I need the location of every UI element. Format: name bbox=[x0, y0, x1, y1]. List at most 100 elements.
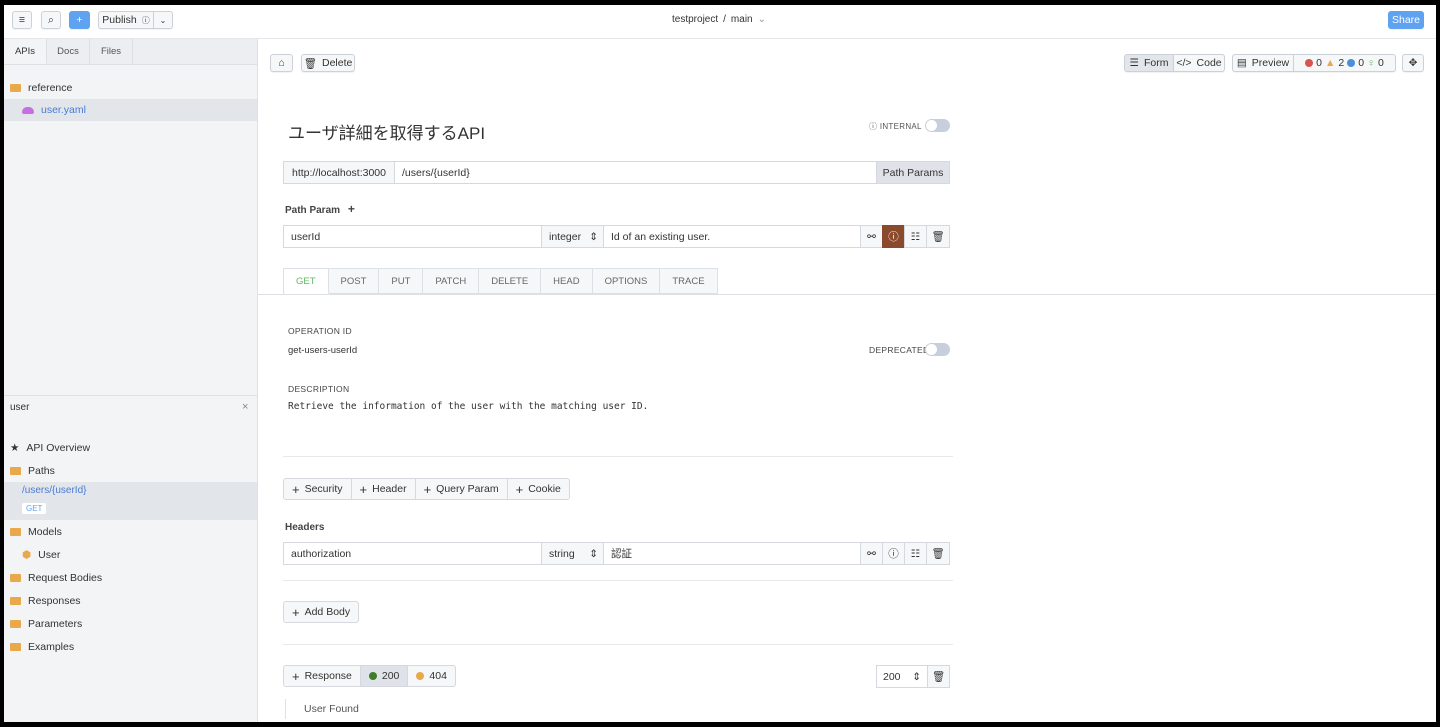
method-tab-trace[interactable]: TRACE bbox=[660, 268, 718, 294]
param-type-select[interactable]: integer ⇕ bbox=[541, 225, 604, 248]
add-body-button[interactable]: + Add Body bbox=[283, 601, 360, 623]
path-params-button[interactable]: Path Params bbox=[876, 161, 950, 184]
method-tab-get[interactable]: GET bbox=[284, 268, 329, 294]
add-security-button[interactable]: + Security bbox=[283, 478, 352, 500]
folder-reference[interactable]: reference bbox=[4, 77, 257, 99]
plus-icon: + bbox=[292, 668, 300, 684]
enum-button[interactable]: ☷ bbox=[904, 542, 927, 565]
file-user-yaml[interactable]: user.yaml bbox=[4, 99, 257, 121]
link-button[interactable]: ⚯ bbox=[860, 542, 883, 565]
method-tab-delete[interactable]: DELETE bbox=[479, 268, 542, 294]
tree-parameters[interactable]: Parameters bbox=[4, 613, 257, 635]
required-button[interactable]: ⓘ bbox=[882, 225, 905, 248]
button-label: Response bbox=[304, 670, 352, 682]
add-header-button[interactable]: + Header bbox=[351, 478, 416, 500]
tree-label: Request Bodies bbox=[28, 572, 103, 584]
method-tab-head[interactable]: HEAD bbox=[541, 268, 593, 294]
menu-button[interactable]: ≡ bbox=[12, 11, 32, 29]
info-count: 0 bbox=[1358, 57, 1365, 69]
header-type-select[interactable]: string ⇕ bbox=[541, 542, 604, 565]
tab-docs[interactable]: Docs bbox=[47, 39, 90, 64]
code-view-button[interactable]: </> Code bbox=[1173, 54, 1225, 72]
enum-button[interactable]: ☷ bbox=[904, 225, 927, 248]
add-query-param-button[interactable]: + Query Param bbox=[415, 478, 508, 500]
response-code: 404 bbox=[429, 670, 447, 682]
tree-responses[interactable]: Responses bbox=[4, 590, 257, 612]
form-view-button[interactable]: ☰ Form bbox=[1124, 54, 1174, 72]
move-button[interactable]: ✥ bbox=[1402, 54, 1424, 72]
delete-button[interactable]: 🗑 Delete bbox=[301, 54, 355, 72]
add-cookie-button[interactable]: + Cookie bbox=[507, 478, 570, 500]
divider bbox=[283, 580, 953, 581]
operation-id-input[interactable]: get-users-userId bbox=[288, 345, 357, 356]
tag-icon: ⌂ bbox=[278, 57, 285, 69]
filter-input[interactable]: user bbox=[10, 402, 29, 413]
param-name-input[interactable]: userId bbox=[283, 225, 542, 248]
header-name-input[interactable]: authorization bbox=[283, 542, 542, 565]
preview-button[interactable]: ▤ Preview bbox=[1232, 54, 1294, 72]
response-tab-200[interactable]: 200 bbox=[360, 665, 409, 687]
method-badge[interactable]: GET bbox=[22, 503, 47, 514]
description-input[interactable]: Retrieve the information of the user wit… bbox=[288, 401, 648, 412]
response-description[interactable]: User Found bbox=[304, 703, 359, 716]
status-code-select[interactable]: 200 ⇕ bbox=[876, 665, 928, 688]
add-response-button[interactable]: + Response bbox=[283, 665, 361, 687]
header-description-input[interactable]: 認証 bbox=[603, 542, 861, 565]
publish-button[interactable]: Publish ⓘ bbox=[98, 11, 154, 29]
project-breadcrumb[interactable]: testproject / main ⌄ bbox=[672, 14, 766, 25]
delete-header-button[interactable]: 🗑 bbox=[926, 542, 950, 565]
delete-param-button[interactable]: 🗑 bbox=[926, 225, 950, 248]
method-tab-post[interactable]: POST bbox=[328, 268, 380, 294]
search-button[interactable]: ⌕ bbox=[41, 11, 61, 29]
tab-files[interactable]: Files bbox=[90, 39, 133, 64]
path-input[interactable]: /users/{userId} bbox=[394, 161, 877, 184]
deprecated-toggle[interactable] bbox=[925, 343, 950, 356]
tree-model-user[interactable]: ⬢ User bbox=[4, 544, 257, 566]
path-label: /users/{userId} bbox=[22, 485, 87, 496]
method-tab-options[interactable]: OPTIONS bbox=[592, 268, 661, 294]
tag-button[interactable]: ⌂ bbox=[270, 54, 293, 72]
trash-icon: 🗑 bbox=[303, 57, 317, 70]
search-icon: ⌕ bbox=[48, 13, 54, 26]
tab-apis[interactable]: APIs bbox=[4, 39, 47, 64]
publish-dropdown[interactable]: ⌄ bbox=[153, 11, 173, 29]
sort-icon: ⇕ bbox=[589, 547, 598, 560]
tree-request-bodies[interactable]: Request Bodies bbox=[4, 567, 257, 589]
plus-icon: + bbox=[76, 14, 83, 26]
clear-filter-icon[interactable]: × bbox=[242, 401, 248, 413]
trash-icon: 🗑 bbox=[931, 671, 946, 683]
delete-response-button[interactable]: 🗑 bbox=[927, 665, 950, 688]
server-select[interactable]: http://localhost:3000 bbox=[283, 161, 395, 184]
method-tab-put[interactable]: PUT bbox=[379, 268, 424, 294]
header-type: string bbox=[549, 547, 575, 560]
tree-examples[interactable]: Examples bbox=[4, 636, 257, 658]
button-label: Security bbox=[304, 483, 343, 495]
topbar: ≡ ⌕ + Publish ⓘ ⌄ testproject / main ⌄ Sha… bbox=[4, 5, 1436, 39]
info-icon bbox=[1347, 59, 1356, 67]
param-description-input[interactable]: Id of an existing user. bbox=[603, 225, 861, 248]
share-button[interactable]: Share bbox=[1388, 11, 1424, 29]
tree-models[interactable]: Models bbox=[4, 521, 257, 543]
folder-icon bbox=[10, 467, 21, 475]
tree-label: Parameters bbox=[28, 618, 83, 630]
response-buttons: + Response 200 404 bbox=[283, 665, 456, 687]
deprecated-label: DEPRECATED bbox=[869, 345, 930, 355]
path-param-label: Path Param bbox=[285, 205, 341, 216]
tree-paths[interactable]: Paths bbox=[4, 460, 257, 482]
plus-icon: + bbox=[423, 481, 432, 497]
required-button[interactable]: ⓘ bbox=[882, 542, 905, 565]
add-path-param-icon[interactable]: + bbox=[348, 202, 355, 216]
tree-label: Examples bbox=[28, 641, 75, 653]
diagnostics-button[interactable]: 0 ▲ 2 0 ♀ 0 bbox=[1293, 54, 1396, 72]
tree-path-users-userid[interactable]: /users/{userId} GET bbox=[4, 482, 257, 520]
response-tab-404[interactable]: 404 bbox=[408, 665, 456, 687]
method-tabs: GET POST PUT PATCH DELETE HEAD OPTIONS T… bbox=[283, 268, 718, 294]
add-button[interactable]: + bbox=[69, 11, 90, 29]
button-label: Header bbox=[372, 483, 407, 495]
method-tab-patch[interactable]: PATCH bbox=[423, 268, 480, 294]
tree-api-overview[interactable]: ★ API Overview bbox=[4, 437, 257, 459]
link-button[interactable]: ⚯ bbox=[860, 225, 883, 248]
page-title[interactable]: ユーザ詳細を取得するAPI bbox=[288, 119, 485, 144]
internal-toggle[interactable] bbox=[925, 119, 950, 132]
internal-label: ⓘ INTERNAL bbox=[869, 122, 922, 131]
